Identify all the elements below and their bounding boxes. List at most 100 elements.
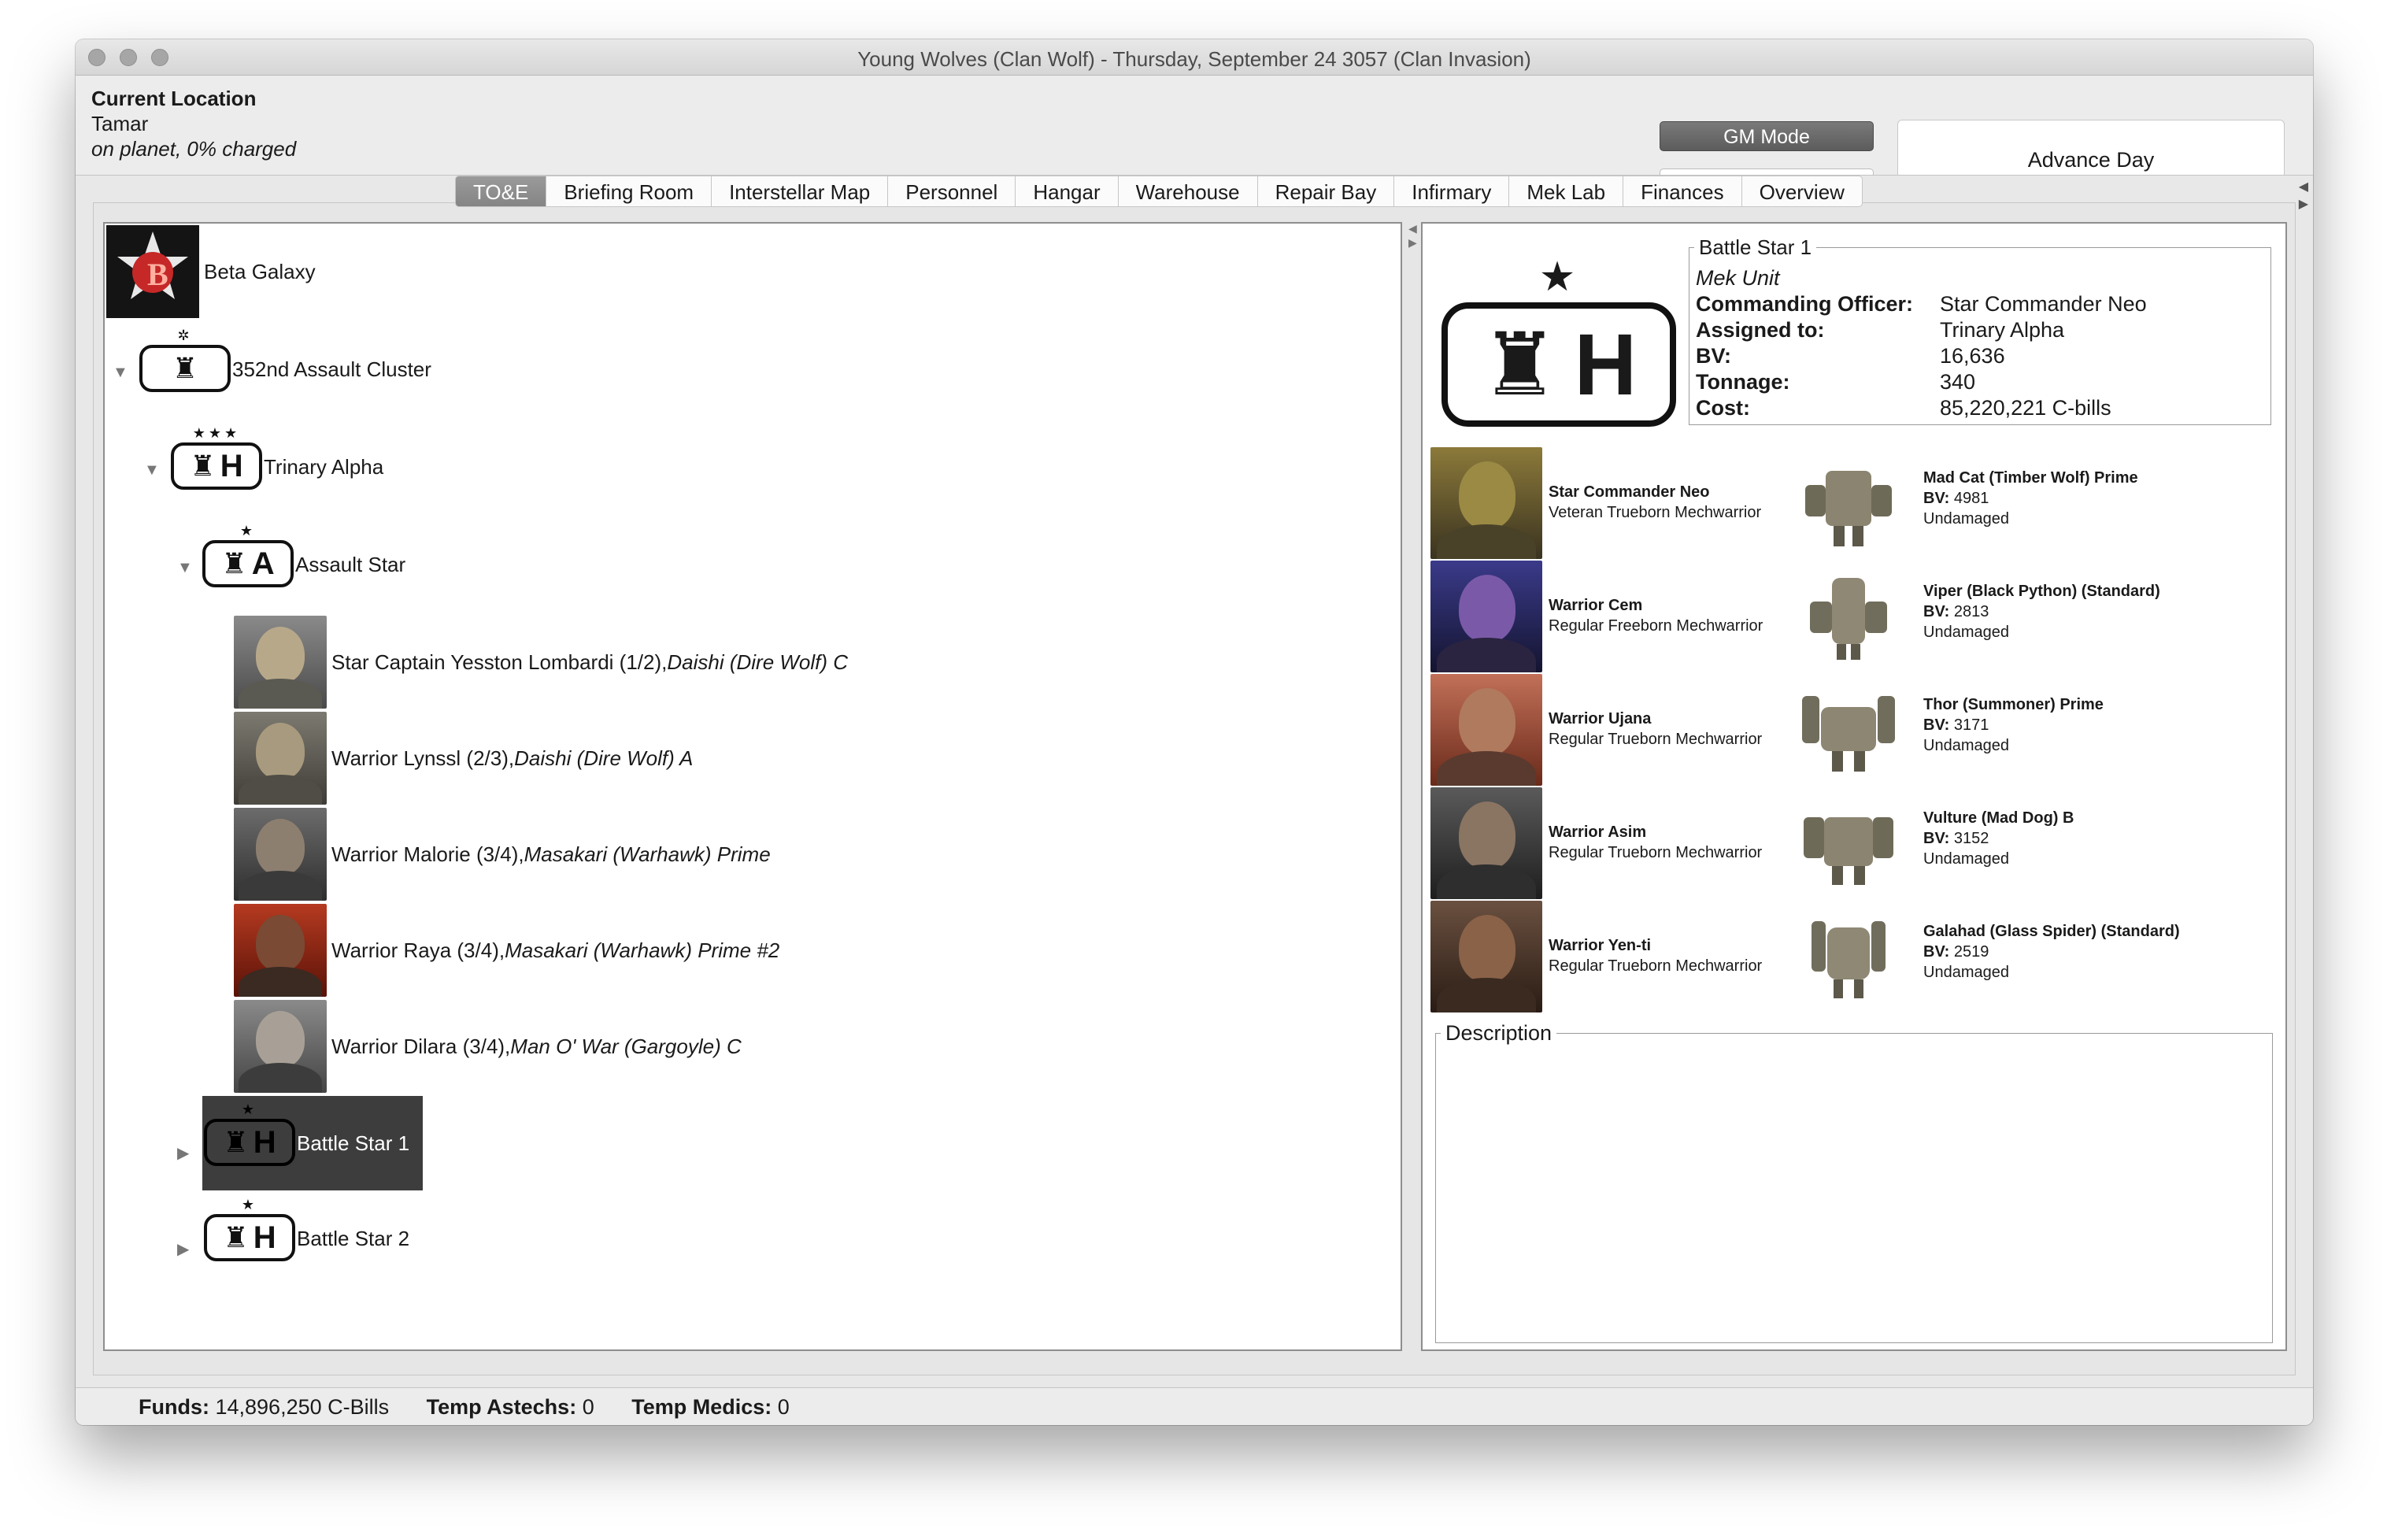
tab-briefing-room[interactable]: Briefing Room: [546, 176, 712, 207]
mech-status: Undamaged: [1923, 964, 2009, 981]
tree-member-row[interactable]: Warrior Dilara (3/4), Man O' War (Gargoy…: [234, 1000, 742, 1093]
member-unit: Masakari (Warhawk) Prime: [524, 842, 771, 866]
tree-node-galaxy[interactable]: B Beta Galaxy: [106, 225, 316, 318]
mech-sprite-icon: [1805, 471, 1892, 546]
split-pane-divider[interactable]: ◀ ▶: [1407, 222, 1418, 1351]
detail-label: Commanding Officer:: [1696, 292, 1914, 316]
tonnage-value: 340: [1940, 370, 1976, 394]
mech-sprite-icon: [1804, 817, 1893, 885]
bv-label: BV:: [1923, 490, 1950, 507]
battle-star-1-icon: ★ ♜ H: [202, 1097, 297, 1190]
battle-star-1-name: Battle Star 1: [297, 1131, 410, 1155]
main-window: Young Wolves (Clan Wolf) - Thursday, Sep…: [76, 39, 2313, 1425]
unit-icon: ★ ♜ H: [1437, 254, 1678, 436]
tab-repair-bay[interactable]: Repair Bay: [1257, 176, 1395, 207]
tab-mek-lab[interactable]: Mek Lab: [1509, 176, 1624, 207]
tab-finances[interactable]: Finances: [1623, 176, 1742, 207]
mech-sprite-icon: [1802, 696, 1895, 772]
trinary-expand-toggle[interactable]: ▼: [144, 461, 160, 479]
mech-silhouette-icon: ♜: [223, 1126, 249, 1158]
tree-member-row[interactable]: Warrior Malorie (3/4), Masakari (Warhawk…: [234, 808, 771, 901]
star-icon: ★: [241, 1101, 258, 1117]
mech-silhouette-icon: ♜: [172, 352, 198, 384]
temp-medics-label: Temp Medics:: [631, 1395, 772, 1419]
crew-row[interactable]: Warrior Asim Regular Trueborn Mechwarrio…: [1430, 786, 2281, 899]
force-tree[interactable]: B Beta Galaxy ▼ ✲ ♜ 352nd Assault Cluste…: [103, 222, 1402, 1351]
pilot-portrait: [1430, 674, 1542, 786]
tree-member-row[interactable]: Warrior Lynssl (2/3), Daishi (Dire Wolf)…: [234, 712, 693, 805]
assault-star-expand-toggle[interactable]: ▼: [177, 559, 193, 577]
collapse-left-arrow-icon[interactable]: ◀: [1408, 222, 1417, 235]
pilot-portrait: [1430, 561, 1542, 672]
tree-node-trinary[interactable]: ★★★ ♜ H Trinary Alpha: [169, 420, 383, 513]
crew-row[interactable]: Warrior Cem Regular Freeborn Mechwarrior…: [1430, 559, 2281, 672]
assigned-to-value: Trinary Alpha: [1940, 318, 2065, 342]
tree-node-battle-star-1[interactable]: ★ ♜ H Battle Star 1: [202, 1096, 423, 1190]
tab-infirmary[interactable]: Infirmary: [1394, 176, 1510, 207]
battle-star-2-name: Battle Star 2: [297, 1226, 410, 1250]
toe-tab-panel: B Beta Galaxy ▼ ✲ ♜ 352nd Assault Cluste…: [93, 202, 2296, 1375]
crew-row[interactable]: Warrior Yen-ti Regular Trueborn Mechwarr…: [1430, 899, 2281, 1012]
tab-scroll-arrows[interactable]: ◀ ▶: [2299, 179, 2308, 213]
tab-hangar[interactable]: Hangar: [1016, 176, 1119, 207]
pilot-portrait: [1430, 787, 1542, 899]
pilot-portrait: [1430, 901, 1542, 1012]
tree-member-row[interactable]: Warrior Raya (3/4), Masakari (Warhawk) P…: [234, 904, 779, 997]
galaxy-logo: B: [106, 225, 199, 318]
mech-status: Undamaged: [1923, 510, 2009, 528]
main-tabs: TO&E Briefing Room Interstellar Map Pers…: [455, 176, 1863, 210]
pilot-portrait: [234, 616, 327, 709]
cluster-expand-toggle[interactable]: ▼: [113, 364, 128, 382]
trinary-name: Trinary Alpha: [264, 454, 384, 479]
temp-medics-value: 0: [772, 1395, 790, 1419]
funds-value: 14,896,250 C-Bills: [209, 1395, 390, 1419]
tab-toe[interactable]: TO&E: [455, 176, 547, 207]
cost-value: 85,220,221 C-bills: [1940, 396, 2111, 420]
tab-overview[interactable]: Overview: [1741, 176, 1863, 207]
tree-node-battle-star-2[interactable]: ★ ♜ H Battle Star 2: [202, 1192, 409, 1285]
pilot-portrait: [234, 712, 327, 805]
detail-label: Cost:: [1696, 396, 1750, 420]
commanding-officer-value: Star Commander Neo: [1940, 292, 2147, 316]
mech-name: Vulture (Mad Dog) B: [1923, 809, 2074, 827]
temp-astechs-label: Temp Astechs:: [426, 1395, 577, 1419]
window-title: Young Wolves (Clan Wolf) - Thursday, Sep…: [857, 47, 1531, 71]
crew-name: Warrior Ujana: [1549, 710, 1652, 727]
gear-icon: ✲: [177, 328, 193, 343]
galaxy-name: Beta Galaxy: [204, 259, 316, 283]
tree-node-cluster[interactable]: ✲ ♜ 352nd Assault Cluster: [138, 323, 431, 416]
member-unit: Man O' War (Gargoyle) C: [510, 1034, 742, 1058]
member-name: Warrior Malorie (3/4),: [331, 842, 524, 866]
pilot-portrait: [1430, 447, 1542, 559]
tab-warehouse[interactable]: Warehouse: [1118, 176, 1258, 207]
battle-star-2-expand-toggle[interactable]: ▶: [177, 1239, 189, 1259]
star-icon: ★: [1538, 254, 1576, 300]
mech-name: Mad Cat (Timber Wolf) Prime: [1923, 469, 2138, 487]
location-name: Tamar: [91, 112, 149, 135]
gm-mode-button[interactable]: GM Mode: [1660, 121, 1874, 151]
assault-star-name: Assault Star: [295, 552, 406, 576]
crew-row[interactable]: Star Commander Neo Veteran Trueborn Mech…: [1430, 446, 2281, 559]
mech-silhouette-icon: ♜: [223, 1221, 249, 1253]
mech-name: Galahad (Glass Spider) (Standard): [1923, 923, 2180, 940]
main-area: B Beta Galaxy ▼ ✲ ♜ 352nd Assault Cluste…: [76, 175, 2313, 1387]
description-box[interactable]: Description: [1435, 1021, 2273, 1343]
crew-role: Regular Trueborn Mechwarrior: [1549, 731, 1763, 748]
battle-star-1-expand-toggle[interactable]: ▶: [177, 1143, 189, 1163]
tab-personnel[interactable]: Personnel: [888, 176, 1016, 207]
mech-bv: 4981: [1953, 490, 1989, 507]
tree-node-assault-star[interactable]: ★ ♜ A Assault Star: [201, 518, 405, 611]
detail-label: Tonnage:: [1696, 370, 1790, 394]
mech-name: Thor (Summoner) Prime: [1923, 696, 2104, 713]
detail-label: Assigned to:: [1696, 318, 1825, 342]
tab-interstellar-map[interactable]: Interstellar Map: [712, 176, 889, 207]
crew-role: Veteran Trueborn Mechwarrior: [1549, 504, 1762, 521]
mech-bv: 2813: [1953, 603, 1989, 620]
member-unit: Daishi (Dire Wolf) A: [514, 746, 694, 770]
detail-label: BV:: [1696, 344, 1732, 368]
cluster-icon: ✲ ♜: [138, 323, 232, 416]
crew-row[interactable]: Warrior Ujana Regular Trueborn Mechwarri…: [1430, 672, 2281, 786]
collapse-right-arrow-icon[interactable]: ▶: [1408, 236, 1417, 250]
tree-member-row[interactable]: Star Captain Yesston Lombardi (1/2), Dai…: [234, 616, 848, 709]
pilot-portrait: [234, 904, 327, 997]
